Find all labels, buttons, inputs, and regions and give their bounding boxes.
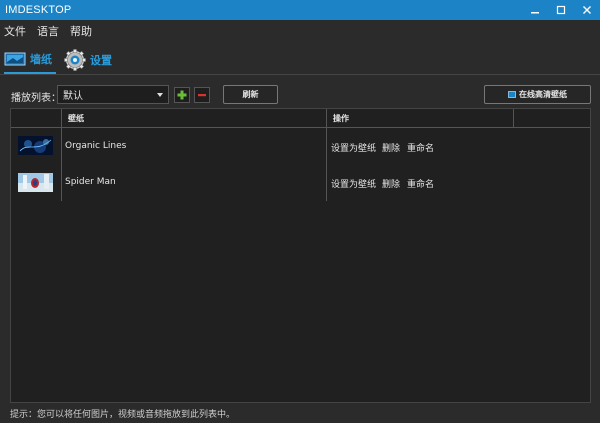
- wallpaper-table: 壁纸 操作 Organic Lines 设置为壁纸 删除 重命名 Spider …: [10, 108, 591, 403]
- set-wallpaper-link[interactable]: 设置为壁纸: [331, 141, 376, 154]
- close-button[interactable]: [574, 0, 600, 20]
- menu-bar: 文件 语言 帮助: [0, 20, 600, 42]
- plus-icon: [177, 90, 187, 100]
- add-playlist-button[interactable]: [174, 87, 190, 103]
- window-title: IMDESKTOP: [5, 4, 72, 16]
- column-header-wallpaper: 壁纸: [68, 114, 84, 123]
- chevron-down-icon: [157, 93, 163, 97]
- picture-icon: [508, 91, 516, 98]
- close-icon: [583, 6, 591, 14]
- gear-icon: [64, 49, 86, 71]
- online-wallpaper-button[interactable]: 在线高清壁纸: [484, 85, 591, 104]
- table-header: 壁纸 操作: [11, 109, 590, 128]
- tab-settings-label: 设置: [90, 54, 112, 67]
- wallpaper-name: Organic Lines: [65, 141, 127, 151]
- remove-playlist-button[interactable]: [194, 87, 210, 103]
- wallpaper-icon: [4, 52, 26, 66]
- tab-bar: 墙纸 设置: [0, 42, 600, 75]
- table-row[interactable]: Spider Man 设置为壁纸 删除 重命名: [11, 164, 590, 200]
- tab-wallpaper-label: 墙纸: [30, 53, 52, 66]
- maximize-icon: [556, 5, 566, 15]
- online-wallpaper-label: 在线高清壁纸: [519, 90, 567, 99]
- delete-link[interactable]: 删除: [382, 177, 400, 190]
- minimize-icon: [531, 12, 539, 14]
- maximize-button[interactable]: [548, 0, 574, 20]
- refresh-button[interactable]: 刷新: [223, 85, 278, 104]
- title-bar: IMDESKTOP: [0, 0, 600, 20]
- tab-settings[interactable]: 设置: [64, 46, 112, 74]
- minus-icon: [198, 94, 206, 97]
- delete-link[interactable]: 删除: [382, 141, 400, 154]
- rename-link[interactable]: 重命名: [407, 141, 434, 154]
- menu-help[interactable]: 帮助: [70, 23, 92, 39]
- playlist-label: 播放列表：: [11, 93, 61, 104]
- minimize-button[interactable]: [522, 0, 548, 20]
- refresh-label: 刷新: [242, 90, 259, 99]
- spider-man-thumbnail: [18, 173, 53, 192]
- set-wallpaper-link[interactable]: 设置为壁纸: [331, 177, 376, 190]
- menu-language[interactable]: 语言: [37, 23, 59, 39]
- status-bar: 提示：您可以将任何图片，视频或音频拖放到此列表中。: [0, 403, 600, 423]
- organic-lines-thumbnail: [18, 136, 53, 155]
- rename-link[interactable]: 重命名: [407, 177, 434, 190]
- playlist-selected-value: 默认: [63, 91, 83, 102]
- column-header-actions: 操作: [333, 114, 349, 123]
- column-divider: [513, 109, 514, 128]
- table-row[interactable]: Organic Lines 设置为壁纸 删除 重命名: [11, 128, 590, 164]
- tab-wallpaper[interactable]: 墙纸: [4, 46, 56, 74]
- playlist-select[interactable]: 默认: [57, 85, 169, 104]
- menu-file[interactable]: 文件: [4, 23, 26, 39]
- wallpaper-name: Spider Man: [65, 177, 116, 187]
- status-hint: 提示：您可以将任何图片，视频或音频拖放到此列表中。: [10, 409, 236, 420]
